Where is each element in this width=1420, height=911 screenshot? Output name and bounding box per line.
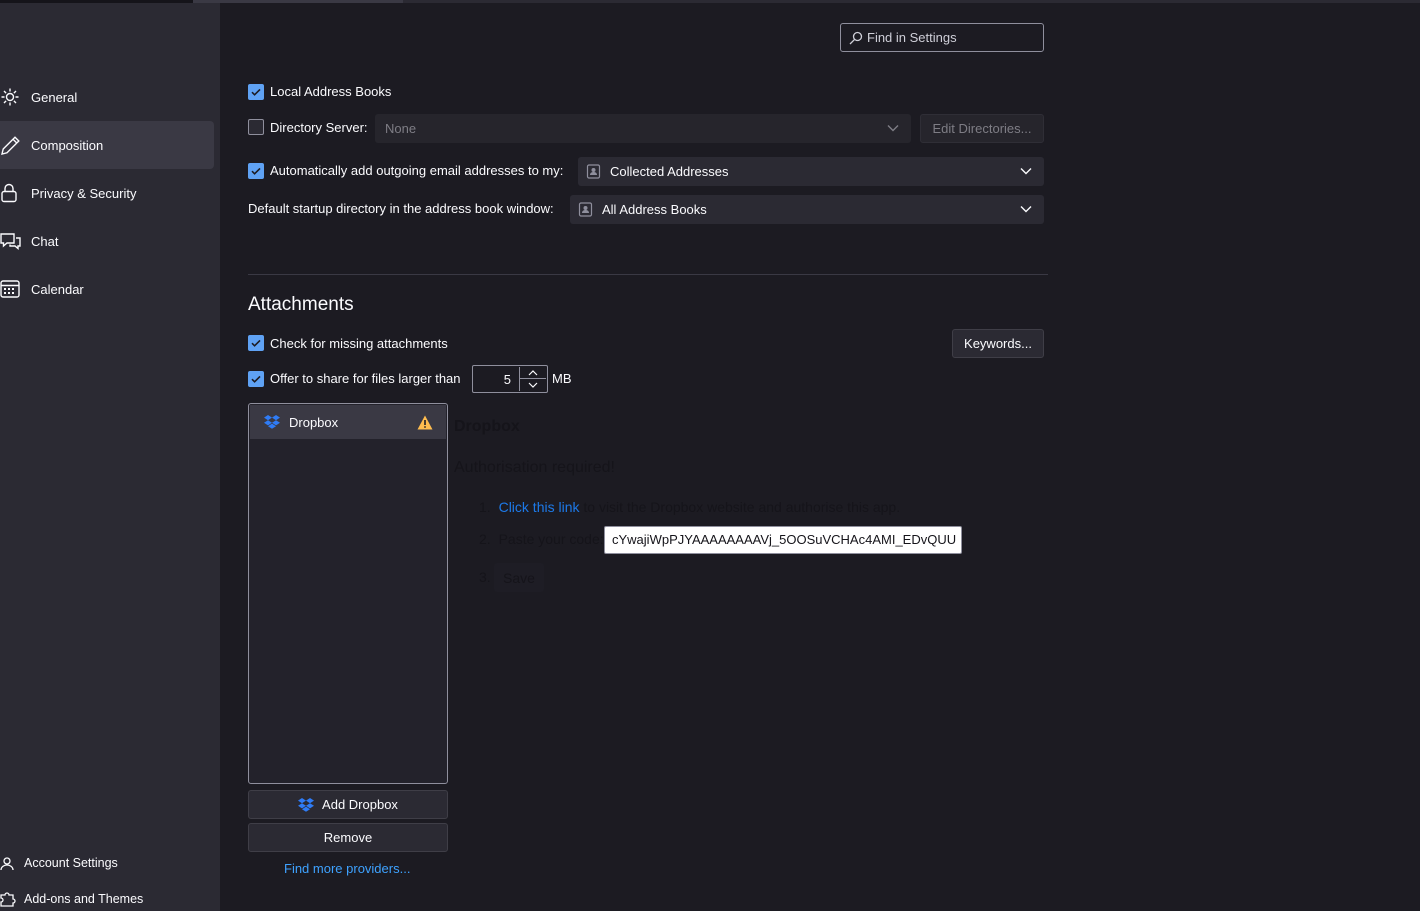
account-settings-label: Account Settings bbox=[24, 856, 118, 870]
step-3: 3. bbox=[479, 569, 491, 585]
default-directory-value: All Address Books bbox=[602, 202, 707, 217]
auth-code-input[interactable]: cYwajiWpPJYAAAAAAAAVj_5OOSuVCHAc4AMI_EDv… bbox=[604, 526, 962, 554]
provider-item-dropbox[interactable]: Dropbox bbox=[250, 405, 446, 439]
authorise-link[interactable]: Click this link bbox=[499, 499, 580, 515]
size-threshold-value: 5 bbox=[503, 371, 511, 387]
size-stepper[interactable] bbox=[519, 367, 546, 391]
offer-share-label: Offer to share for files larger than bbox=[270, 371, 461, 386]
step-number: 3. bbox=[479, 569, 491, 585]
checkmark-icon bbox=[251, 88, 261, 96]
remove-provider-button[interactable]: Remove bbox=[248, 823, 448, 852]
warning-icon bbox=[417, 415, 433, 430]
local-address-books-checkbox[interactable] bbox=[248, 84, 264, 100]
addons-themes-label: Add-ons and Themes bbox=[24, 892, 144, 906]
decrement-button[interactable] bbox=[520, 379, 546, 391]
chevron-down-icon bbox=[1020, 168, 1032, 175]
checkmark-icon bbox=[251, 339, 261, 347]
sidebar-item-chat[interactable]: Chat bbox=[0, 217, 214, 265]
attachments-heading: Attachments bbox=[248, 294, 354, 315]
account-icon bbox=[0, 855, 16, 871]
lock-icon bbox=[0, 182, 22, 204]
default-directory-label: Default startup directory in the address… bbox=[248, 201, 554, 216]
edit-directories-button[interactable]: Edit Directories... bbox=[920, 114, 1044, 143]
address-book-icon bbox=[578, 202, 594, 218]
authorisation-required-text: Authorisation required! bbox=[454, 459, 615, 476]
step-1-text: to visit the Dropbox website and authori… bbox=[579, 499, 901, 515]
dropbox-icon bbox=[298, 797, 315, 812]
chevron-down-icon bbox=[1020, 206, 1032, 213]
calendar-icon bbox=[0, 278, 22, 300]
checkmark-icon bbox=[251, 375, 261, 383]
auto-add-checkbox[interactable] bbox=[248, 163, 264, 179]
chevron-down-icon bbox=[887, 125, 899, 132]
paste-code-label: Paste your code: bbox=[498, 531, 604, 547]
step-2: 2. Paste your code: bbox=[479, 531, 604, 547]
directory-server-label: Directory Server: bbox=[270, 120, 368, 135]
directory-server-checkbox[interactable] bbox=[248, 119, 264, 135]
find-more-providers-link[interactable]: Find more providers... bbox=[284, 861, 410, 876]
sidebar-item-privacy-security[interactable]: Privacy & Security bbox=[0, 169, 214, 217]
settings-search[interactable] bbox=[840, 23, 1044, 52]
size-unit: MB bbox=[552, 371, 572, 386]
sidebar-item-general[interactable]: General bbox=[0, 73, 214, 121]
save-code-button[interactable]: Save bbox=[494, 563, 544, 592]
sidebar-item-label: Chat bbox=[31, 233, 59, 249]
step-number: 1. bbox=[479, 499, 491, 515]
checkmark-icon bbox=[251, 167, 261, 175]
auto-add-label: Automatically add outgoing email address… bbox=[270, 163, 564, 178]
provider-pane-title: Dropbox bbox=[454, 418, 520, 435]
sidebar-item-composition[interactable]: Composition bbox=[0, 121, 214, 169]
provider-list[interactable]: Dropbox bbox=[248, 403, 448, 784]
sidebar-item-label: Calendar bbox=[31, 281, 84, 297]
step-1: 1. Click this link to visit the Dropbox … bbox=[479, 499, 900, 515]
search-input[interactable] bbox=[867, 30, 1037, 45]
chevron-down-icon bbox=[528, 382, 538, 388]
directory-server-value: None bbox=[385, 121, 417, 136]
section-divider bbox=[248, 274, 1048, 275]
sidebar-item-label: Composition bbox=[31, 137, 104, 153]
missing-attachments-label: Check for missing attachments bbox=[270, 336, 448, 351]
step-number: 2. bbox=[479, 531, 491, 547]
add-dropbox-label: Add Dropbox bbox=[322, 797, 398, 812]
top-bar-segment bbox=[193, 0, 403, 3]
account-settings-link[interactable]: Account Settings bbox=[0, 848, 118, 878]
sidebar-item-label: Privacy & Security bbox=[31, 185, 137, 201]
local-address-books-label: Local Address Books bbox=[270, 84, 392, 99]
addons-themes-link[interactable]: Add-ons and Themes bbox=[0, 884, 143, 911]
provider-label: Dropbox bbox=[289, 414, 339, 430]
gear-icon bbox=[0, 86, 22, 108]
keywords-button[interactable]: Keywords... bbox=[952, 329, 1044, 358]
address-book-icon bbox=[586, 164, 602, 180]
add-dropbox-button[interactable]: Add Dropbox bbox=[248, 790, 448, 819]
search-icon bbox=[849, 31, 863, 45]
dropbox-icon bbox=[264, 415, 280, 429]
default-directory-select[interactable]: All Address Books bbox=[570, 195, 1044, 224]
sidebar-item-calendar[interactable]: Calendar bbox=[0, 265, 214, 313]
directory-server-select[interactable]: None bbox=[375, 114, 911, 143]
collected-addresses-select[interactable]: Collected Addresses bbox=[578, 157, 1044, 186]
chat-icon bbox=[0, 230, 22, 252]
sidebar: General Composition Privacy & Security C… bbox=[0, 3, 220, 911]
puzzle-icon bbox=[0, 891, 16, 907]
sidebar-item-label: General bbox=[31, 89, 78, 105]
collected-addresses-value: Collected Addresses bbox=[610, 164, 729, 179]
pencil-icon bbox=[0, 134, 22, 156]
missing-attachments-checkbox[interactable] bbox=[248, 335, 264, 351]
offer-share-checkbox[interactable] bbox=[248, 371, 264, 387]
increment-button[interactable] bbox=[520, 367, 546, 379]
chevron-up-icon bbox=[528, 370, 538, 376]
size-threshold-input[interactable]: 5 bbox=[472, 365, 548, 393]
